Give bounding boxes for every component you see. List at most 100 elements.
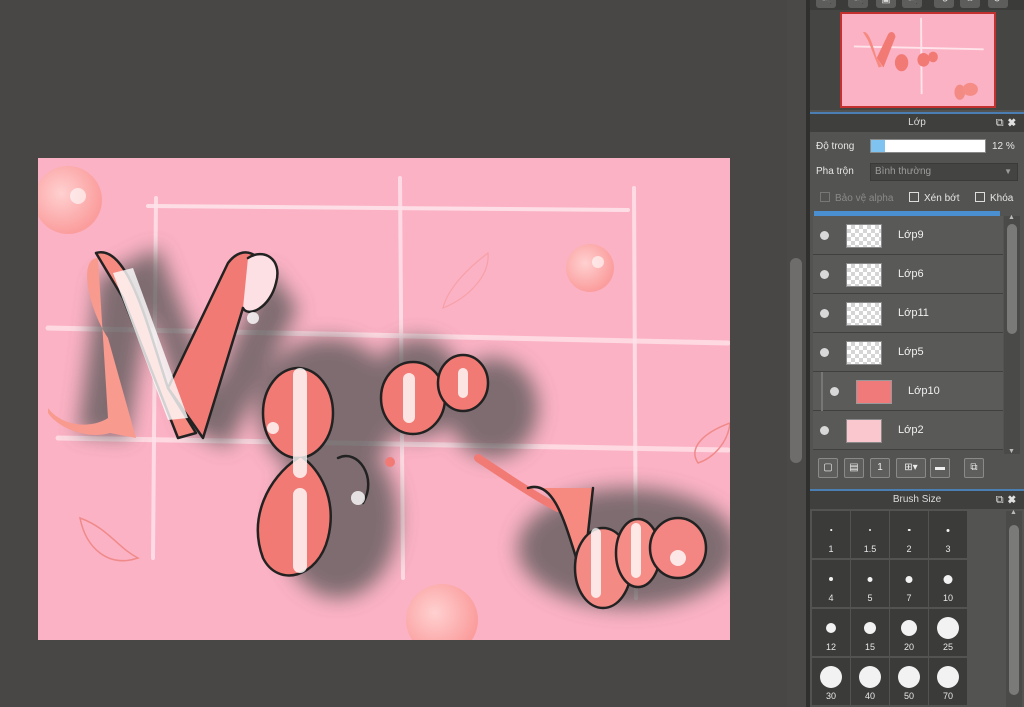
workspace-scrollbar[interactable] [787,0,807,707]
layer-name: Lớp2 [898,424,924,436]
layer-scrollbar-thumb[interactable] [1007,224,1017,334]
brush-size-option[interactable]: 10 [929,560,967,607]
brush-panel-header[interactable]: Brush Size ⧉✖ [810,489,1024,509]
brush-size-option[interactable]: 4 [812,560,850,607]
brush-size-label: 15 [864,642,875,652]
brush-size-option[interactable]: 2 [890,511,928,558]
new-raster-icon: ▤ [849,462,859,473]
brush-size-option[interactable]: 15 [851,609,889,656]
rotate-right-icon[interactable]: ⟳ [988,0,1008,8]
layer-thumbnail [846,419,882,443]
visibility-toggle-icon[interactable] [830,387,839,396]
brush-size-option[interactable]: 1 [812,511,850,558]
close-icon[interactable]: ✖ [1008,117,1020,129]
brush-preview-dot [826,623,836,633]
navigator-panel [810,10,1024,110]
popout-icon[interactable]: ⧉ [996,117,1008,129]
brush-size-option[interactable]: 12 [812,609,850,656]
drawing-canvas[interactable] [38,158,730,640]
brush-preview-dot [907,528,911,532]
brush-size-option[interactable]: 30 [812,658,850,705]
brush-preview-dot [859,666,881,688]
layer-list[interactable]: Lớp9 Lớp6 Lớp11 Lớp5 Lớp10 Lớp2 [813,216,1003,454]
zoom-out-icon[interactable]: 🔍 [848,0,868,8]
blend-mode-value: Bình thường [875,166,932,177]
visibility-toggle-icon[interactable] [820,348,829,357]
zoom-icon[interactable]: 🔍 [902,0,922,8]
clipping-checkbox[interactable]: Xén bớt [909,192,959,204]
checkbox-box [909,192,919,202]
brush-size-label: 10 [942,593,953,603]
fit-view-icon[interactable]: ▣ [876,0,896,8]
rotate-left-icon[interactable]: ⟲ [934,0,954,8]
brush-size-label: 3 [945,544,951,554]
workspace-scrollbar-thumb[interactable] [790,258,802,463]
brush-size-label: 70 [942,691,953,701]
brush-preview-dot [937,617,959,639]
layer-panel-title: Lớp [908,117,926,128]
opacity-label: Độ trong [816,141,855,152]
layer-row[interactable]: Lớp10 [813,372,1003,411]
layer-toolbar: ▢ ▤ 1 ⊞▾ ▬ ⧉ [810,455,1024,483]
opacity-slider[interactable] [870,139,986,153]
chevron-down-icon: ▼ [1004,167,1012,176]
layer-row[interactable]: Lớp9 [813,216,1003,255]
bubble [406,584,478,640]
popout-icon[interactable]: ⧉ [996,494,1008,506]
scroll-up-icon[interactable]: ▲ [1010,509,1017,516]
visibility-toggle-icon[interactable] [820,309,829,318]
new-raster-layer-button[interactable]: ▤ [844,458,864,478]
brush-preview-dot [830,529,832,531]
brush-preview-dot [867,576,873,582]
brush-preview-dot [946,528,950,532]
layer-panel-header[interactable]: Lớp ⧉✖ [810,112,1024,132]
brush-size-option[interactable]: 3 [929,511,967,558]
brush-size-option[interactable]: 40 [851,658,889,705]
visibility-toggle-icon[interactable] [820,270,829,279]
scroll-down-icon[interactable]: ▼ [1008,448,1015,455]
brush-preview-dot [898,666,920,688]
brush-scrollbar-thumb[interactable] [1009,525,1019,695]
new-folder-button[interactable]: ▬ [930,458,950,478]
bubble [566,244,614,292]
add-layer-menu-button[interactable]: ⊞▾ [896,458,926,478]
blend-mode-select[interactable]: Bình thường ▼ [870,163,1018,181]
new-halftone-icon: 1 [877,462,883,473]
layer-row[interactable]: Lớp2 [813,411,1003,450]
scroll-up-icon[interactable]: ▲ [1008,214,1015,221]
brush-size-option[interactable]: 25 [929,609,967,656]
lock-checkbox[interactable]: Khóa [975,192,1013,204]
flip-icon[interactable]: ⇔ [960,0,980,8]
brush-panel-scrollbar[interactable]: ▲ [1006,509,1022,707]
layer-thumbnail [846,341,882,365]
brush-panel-title: Brush Size [892,494,942,505]
duplicate-icon: ⧉ [970,462,978,473]
app-window: 🔍 🔍 ▣ 🔍 ⟲ ⇔ ⟳ [0,0,1024,707]
zoom-in-icon[interactable]: 🔍 [816,0,836,8]
layer-row[interactable]: Lớp6 [813,255,1003,294]
duplicate-layer-button[interactable]: ⧉ [964,458,984,478]
add-layer-menu-icon: ⊞▾ [904,462,918,473]
brush-size-option[interactable]: 7 [890,560,928,607]
protect-alpha-checkbox[interactable]: Bảo vệ alpha [820,192,893,204]
layer-row[interactable]: Lớp11 [813,294,1003,333]
brush-size-option[interactable]: 5 [851,560,889,607]
layer-thumbnail [856,380,892,404]
brush-size-option[interactable]: 50 [890,658,928,705]
brush-size-label: 30 [825,691,836,701]
new-layer-button[interactable]: ▢ [818,458,838,478]
visibility-toggle-icon[interactable] [820,231,829,240]
visibility-toggle-icon[interactable] [820,426,829,435]
navigator-thumbnail[interactable] [840,12,996,108]
new-halftone-layer-button[interactable]: 1 [870,458,890,478]
brush-size-label: 5 [867,593,873,603]
brush-size-label: 12 [825,642,836,652]
layer-row[interactable]: Lớp5 [813,333,1003,372]
brush-size-option[interactable]: 70 [929,658,967,705]
layer-list-scrollbar[interactable]: ▲ ▼ [1004,214,1020,455]
brush-size-option[interactable]: 20 [890,609,928,656]
brush-size-option[interactable]: 1.5 [851,511,889,558]
canvas-workspace[interactable] [0,0,787,707]
close-icon[interactable]: ✖ [1008,494,1020,506]
brush-size-label: 50 [903,691,914,701]
